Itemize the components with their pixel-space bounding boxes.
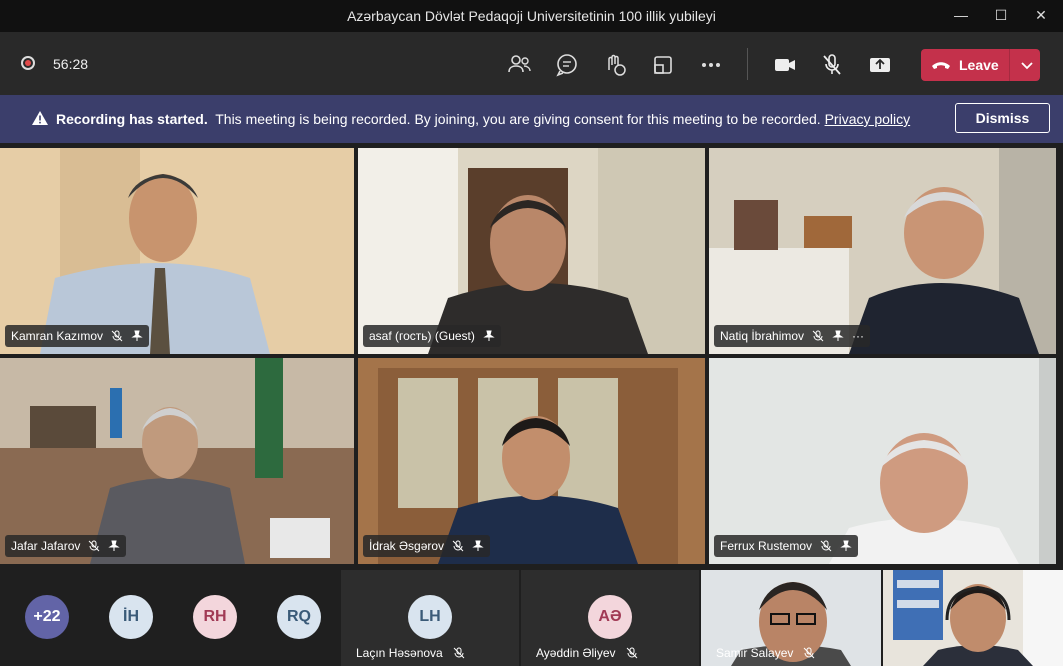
mic-muted-icon <box>111 330 123 342</box>
share-tray-icon[interactable] <box>648 50 678 80</box>
pin-icon[interactable] <box>483 330 495 342</box>
leave-label: Leave <box>959 57 999 73</box>
camera-icon[interactable] <box>770 50 800 80</box>
self-video-tile[interactable] <box>883 570 1063 666</box>
dismiss-button[interactable]: Dismiss <box>955 103 1050 133</box>
privacy-policy-link[interactable]: Privacy policy <box>825 111 911 127</box>
share-screen-icon[interactable] <box>865 50 895 80</box>
participant-video-image <box>709 148 1056 354</box>
mic-muted-icon <box>626 647 637 659</box>
mic-muted-icon <box>89 540 100 552</box>
mic-muted-icon <box>804 647 815 659</box>
participant-name: asaf (гость) (Guest) <box>369 329 475 343</box>
participant-nametag: asaf (гость) (Guest) <box>363 325 501 347</box>
participant-avatar[interactable]: İH <box>109 595 153 639</box>
mic-muted-icon <box>453 647 465 659</box>
more-options-icon[interactable] <box>696 50 726 80</box>
participant-avatar: LH <box>408 595 452 639</box>
toolbar-separator <box>747 48 748 80</box>
participant-name: Kamran Kazımov <box>11 329 104 343</box>
recording-message: Recording has started. This meeting is b… <box>56 111 910 127</box>
mic-muted-icon <box>820 540 832 552</box>
pin-icon[interactable] <box>131 330 143 342</box>
participant-nametag: Jafar Jafarov <box>5 535 127 557</box>
title-bar: Azərbaycan Dövlət Pedaqoji Universitetin… <box>0 0 1063 32</box>
participant-nametag: İdrak Əsgərov <box>363 535 491 557</box>
participant-nametag: Kamran Kazımov <box>5 325 150 347</box>
tile-more-options-icon[interactable]: ··· <box>852 329 864 343</box>
chat-icon[interactable] <box>552 50 582 80</box>
video-tile[interactable]: asaf (гость) (Guest) <box>358 148 705 354</box>
participant-video-image <box>0 358 354 564</box>
pin-icon[interactable] <box>108 540 121 552</box>
participant-name: Laçın Həsənova <box>356 646 443 660</box>
audio-tile[interactable]: LH Laçın Həsənova <box>341 570 519 666</box>
participant-avatar[interactable]: RQ <box>277 595 321 639</box>
audio-tile[interactable]: AƏ Ayəddin Əliyev <box>521 570 699 666</box>
participant-nametag: Ferrux Rustemov <box>714 535 859 557</box>
pin-icon[interactable] <box>472 540 484 552</box>
participant-name: Samir Salayev <box>716 646 794 660</box>
chevron-down-icon[interactable] <box>1017 55 1037 75</box>
participant-name: Ferrux Rustemov <box>720 539 813 553</box>
mic-muted-icon <box>452 540 464 552</box>
participant-name: Natiq İbrahimov <box>720 329 805 343</box>
participant-name: İdrak Əsgərov <box>369 539 445 553</box>
pin-icon[interactable] <box>832 330 844 342</box>
video-tile[interactable]: Kamran Kazımov <box>0 148 354 354</box>
recording-banner: Recording has started. This meeting is b… <box>0 95 1063 143</box>
hang-up-icon <box>932 62 950 69</box>
video-tile[interactable]: İdrak Əsgərov <box>358 358 705 564</box>
recording-title: Recording has started. <box>56 111 208 127</box>
video-tile[interactable]: Ferrux Rustemov <box>709 358 1056 564</box>
participant-name: Ayəddin Əliyev <box>536 646 616 660</box>
minimize-button[interactable]: — <box>946 4 976 26</box>
participant-video-image <box>358 358 705 564</box>
close-window-button[interactable]: ✕ <box>1026 4 1056 26</box>
participant-avatar[interactable]: RH <box>193 595 237 639</box>
maximize-button[interactable]: ☐ <box>986 4 1016 26</box>
window-title: Azərbaycan Dövlət Pedaqoji Universitetin… <box>347 8 716 24</box>
pin-icon[interactable] <box>840 540 852 552</box>
video-tile[interactable]: Natiq İbrahimov ··· <box>709 148 1056 354</box>
reactions-icon[interactable] <box>600 50 630 80</box>
participant-video-image <box>358 148 705 354</box>
recording-indicator-icon <box>21 56 35 70</box>
participant-nametag: Natiq İbrahimov ··· <box>714 325 871 347</box>
meeting-toolbar: 56:28 Leave <box>0 32 1063 95</box>
participant-nametag: Laçın Həsənova <box>356 646 465 660</box>
video-tile[interactable]: Jafar Jafarov <box>0 358 354 564</box>
leave-button[interactable]: Leave <box>921 49 1040 81</box>
video-tile[interactable]: Samir Salayev <box>701 570 881 666</box>
mic-muted-icon[interactable] <box>817 50 847 80</box>
mic-muted-icon <box>812 330 824 342</box>
participant-video-image <box>709 358 1056 564</box>
recording-text: This meeting is being recorded. By joini… <box>215 111 821 127</box>
participant-nametag: Ayəddin Əliyev <box>536 646 638 660</box>
meeting-timer: 56:28 <box>53 56 89 72</box>
participant-nametag: Samir Salayev <box>716 646 815 660</box>
participant-video-image <box>0 148 354 354</box>
leave-divider <box>1009 49 1010 81</box>
self-video-image <box>883 570 1063 666</box>
participant-name: Jafar Jafarov <box>11 539 81 553</box>
more-participants-button[interactable]: +22 <box>25 595 69 639</box>
warning-icon <box>32 111 48 125</box>
participant-avatar: AƏ <box>588 595 632 639</box>
participants-icon[interactable] <box>504 50 534 80</box>
